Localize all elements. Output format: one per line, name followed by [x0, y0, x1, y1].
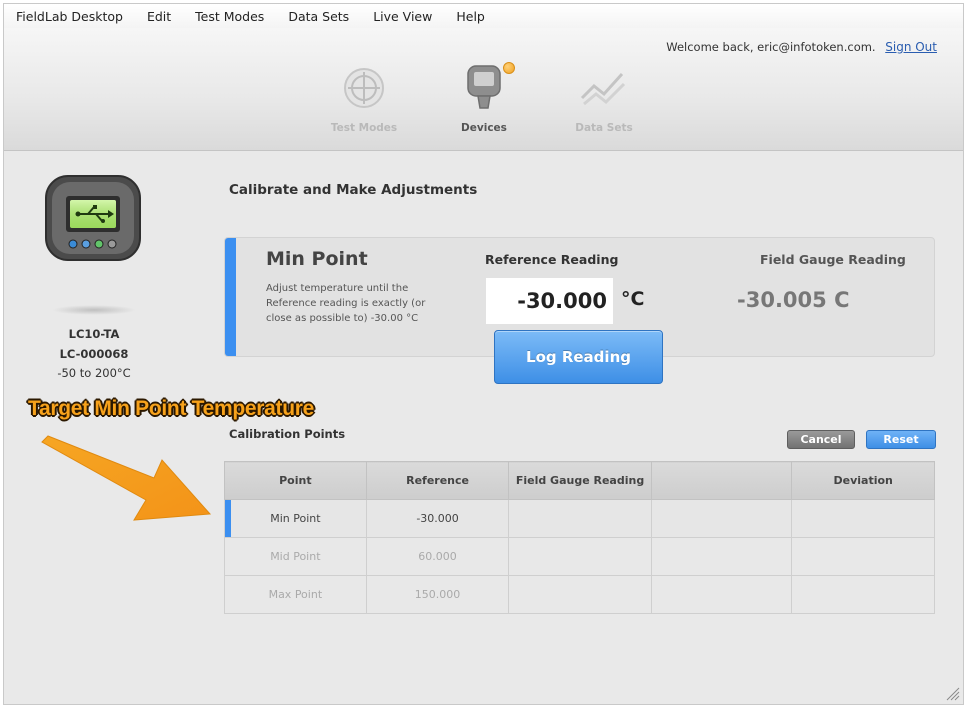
- device-icon: [439, 64, 529, 112]
- cell-deviation: [791, 499, 935, 538]
- cell-extra: [650, 537, 793, 576]
- cell-deviation: [791, 537, 935, 576]
- welcome-area: Welcome back, eric@infotoken.com. Sign O…: [666, 40, 937, 54]
- reset-button[interactable]: Reset: [866, 430, 936, 449]
- reference-value: -30.000: [486, 278, 613, 324]
- header: Welcome back, eric@infotoken.com. Sign O…: [4, 28, 963, 151]
- nav-data-sets[interactable]: Data Sets: [559, 64, 649, 134]
- notification-badge: [503, 62, 515, 74]
- sign-out-link[interactable]: Sign Out: [885, 40, 937, 54]
- nav-test-modes[interactable]: Test Modes: [319, 64, 409, 134]
- point-instructions: Adjust temperature until the Reference r…: [266, 283, 426, 324]
- app-window: FieldLab Desktop Edit Test Modes Data Se…: [3, 3, 964, 705]
- nav-label: Data Sets: [575, 122, 633, 134]
- card-accent-bar: [225, 238, 236, 356]
- cell-point: Min Point: [224, 499, 367, 538]
- device-range: -50 to 200°C: [57, 366, 131, 380]
- table-row[interactable]: Max Point 150.000: [224, 575, 935, 614]
- cell-field-gauge: [508, 575, 652, 614]
- annotation-label: Target Min Point Temperature: [28, 397, 315, 420]
- column-header: Reference: [365, 461, 510, 500]
- welcome-text: Welcome back, eric@infotoken.com.: [666, 40, 876, 54]
- cell-extra: [650, 499, 793, 538]
- device-shadow: [52, 305, 136, 315]
- column-header: Field Gauge Reading: [508, 461, 652, 500]
- chart-icon: [559, 64, 649, 112]
- cell-reference: 150.000: [365, 575, 510, 614]
- nav-devices[interactable]: Devices: [439, 62, 529, 134]
- cell-deviation: [791, 575, 935, 614]
- reference-label: Reference Reading: [485, 252, 619, 267]
- menu-live-view[interactable]: Live View: [361, 9, 444, 24]
- device-serial: LC-000068: [59, 347, 129, 361]
- field-gauge-value: -30.005 C: [737, 288, 850, 312]
- cell-point: Max Point: [224, 575, 367, 614]
- menu-data-sets[interactable]: Data Sets: [276, 9, 361, 24]
- column-header: [650, 461, 793, 500]
- column-header: Deviation: [791, 461, 935, 500]
- crosshair-icon: [319, 64, 409, 112]
- field-gauge-label: Field Gauge Reading: [760, 252, 906, 267]
- menu-app[interactable]: FieldLab Desktop: [4, 9, 135, 24]
- cell-field-gauge: [508, 537, 652, 576]
- table-row[interactable]: Mid Point 60.000: [224, 537, 935, 576]
- menu-test-modes[interactable]: Test Modes: [183, 9, 276, 24]
- reference-unit: °C: [621, 288, 645, 310]
- menu-bar: FieldLab Desktop Edit Test Modes Data Se…: [4, 4, 963, 29]
- cancel-button[interactable]: Cancel: [787, 430, 855, 449]
- annotation-arrow-icon: [41, 435, 212, 521]
- nav-label: Devices: [461, 122, 507, 134]
- cell-reference: 60.000: [365, 537, 510, 576]
- cell-extra: [650, 575, 793, 614]
- point-title: Min Point: [266, 248, 368, 270]
- usb-device-icon: [44, 174, 142, 266]
- cell-point: Mid Point: [224, 537, 367, 576]
- table-header-row: Point Reference Field Gauge Reading Devi…: [224, 461, 935, 500]
- calibration-points-title: Calibration Points: [229, 427, 346, 441]
- calibration-table: Point Reference Field Gauge Reading Devi…: [224, 461, 935, 614]
- column-header: Point: [224, 461, 367, 500]
- menu-help[interactable]: Help: [444, 9, 497, 24]
- menu-edit[interactable]: Edit: [135, 9, 183, 24]
- cell-field-gauge: [508, 499, 652, 538]
- nav-label: Test Modes: [330, 122, 398, 134]
- table-row[interactable]: Min Point -30.000: [224, 499, 935, 538]
- device-model: LC10-TA: [68, 327, 120, 341]
- resize-grip-icon[interactable]: [944, 685, 960, 701]
- log-reading-button[interactable]: Log Reading: [494, 330, 663, 384]
- page-title: Calibrate and Make Adjustments: [229, 182, 478, 198]
- cell-reference: -30.000: [365, 499, 510, 538]
